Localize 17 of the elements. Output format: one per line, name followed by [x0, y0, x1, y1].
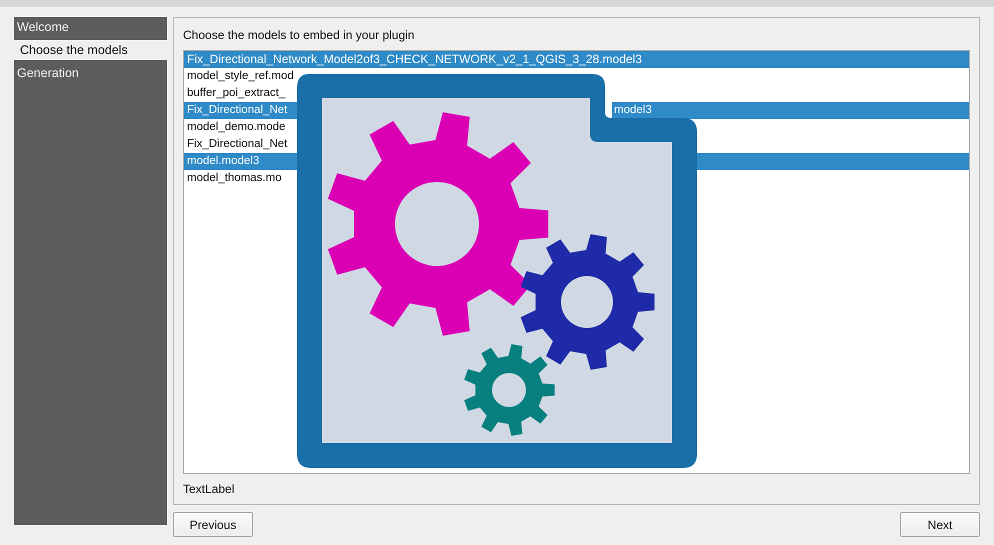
- next-button[interactable]: Next: [900, 512, 980, 537]
- model-list-item[interactable]: model_demo.mode: [184, 119, 297, 136]
- model-list-item[interactable]: model_style_ref.mod: [184, 68, 297, 85]
- sidebar-item[interactable]: Generation: [14, 63, 167, 83]
- model-list-item[interactable]: Fix_Directional_Net: [184, 136, 297, 153]
- page-heading: Choose the models to embed in your plugin: [183, 27, 416, 44]
- model-list-item[interactable]: Fix_Directional_Network_Model2of3_CHECK_NETWORK_v2_1_QGIS_3_28.model3: [184, 51, 969, 68]
- model-list-item[interactable]: buffer_poi_extract_: [184, 85, 297, 102]
- status-label: TextLabel: [183, 481, 236, 498]
- models-list[interactable]: [183, 50, 970, 474]
- model-list-item[interactable]: model_thomas.mo: [184, 170, 297, 187]
- list-item-highlight[interactable]: model3: [612, 102, 969, 119]
- previous-button[interactable]: Previous: [173, 512, 253, 537]
- sidebar-item[interactable]: Welcome: [14, 17, 167, 37]
- sidebar-item[interactable]: Choose the models: [14, 40, 167, 60]
- model-list-item[interactable]: model.model3: [184, 153, 297, 170]
- model-list-item[interactable]: Fix_Directional_Net: [184, 102, 297, 119]
